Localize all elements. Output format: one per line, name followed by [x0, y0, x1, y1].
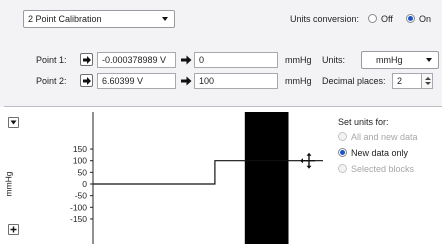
point1-unit-label: mmHg — [285, 55, 312, 65]
units-conversion-on-radio[interactable] — [406, 14, 415, 23]
arrow-right-icon — [181, 55, 192, 65]
units-conversion-off-radio[interactable] — [368, 14, 377, 23]
units-select[interactable]: mmHg — [361, 51, 439, 69]
decimal-places-label: Decimal places: — [322, 76, 386, 86]
selected-blocks-radio[interactable] — [338, 164, 347, 173]
y-tick-label: 50 — [78, 167, 88, 177]
units-select-value: mmHg — [376, 55, 403, 65]
point1-output-field[interactable]: 0 — [194, 52, 278, 68]
point1-input-field[interactable]: -0.000378989 V — [97, 52, 176, 68]
arrow-right-icon — [181, 76, 192, 86]
point2-sample-button[interactable] — [80, 74, 93, 87]
drag-handle-icon[interactable] — [300, 152, 315, 169]
units-conversion-label: Units conversion: — [290, 14, 360, 24]
calibration-mode-value: 2 Point Calibration — [28, 14, 102, 24]
set-units-title: Set units for: — [338, 117, 389, 127]
arrow-right-icon — [83, 56, 91, 64]
stepper-up-icon — [425, 77, 431, 80]
y-tick-label: -50 — [75, 191, 88, 201]
units-conversion-on-label[interactable]: On — [419, 13, 431, 25]
units-label: Units: — [322, 55, 346, 65]
chevron-down-icon — [426, 58, 432, 62]
triangle-down-icon — [10, 120, 17, 125]
selected-blocks-label[interactable]: Selected blocks — [351, 163, 414, 175]
stepper-down-icon — [425, 82, 431, 85]
all-and-new-data-label[interactable]: All and new data — [351, 131, 418, 143]
y-tick-label: -150 — [70, 214, 87, 224]
point1-sample-button[interactable] — [80, 53, 93, 66]
point2-input-field[interactable]: 6.60399 V — [97, 73, 176, 89]
new-data-only-radio[interactable] — [338, 148, 347, 157]
point2-output-field[interactable]: 100 — [194, 73, 278, 89]
scale-menu-button[interactable] — [8, 117, 19, 128]
new-data-only-label[interactable]: New data only — [351, 147, 408, 159]
selected-block — [244, 112, 289, 244]
arrow-right-icon — [83, 77, 91, 85]
decimal-places-stepper[interactable] — [421, 73, 433, 89]
units-conversion-off-label[interactable]: Off — [381, 13, 393, 25]
y-tick-label: 0 — [82, 179, 87, 189]
calibration-mode-select[interactable]: 2 Point Calibration — [23, 10, 175, 28]
y-tick-label: -100 — [70, 202, 87, 212]
all-and-new-data-radio[interactable] — [338, 132, 347, 141]
y-tick-label: 100 — [73, 156, 87, 166]
y-tick-label: 150 — [73, 144, 87, 154]
chevron-down-icon — [162, 17, 168, 21]
point2-unit-label: mmHg — [285, 76, 312, 86]
y-axis-label: mmHg — [3, 171, 14, 197]
point1-label: Point 1: — [36, 55, 67, 65]
plus-icon — [10, 226, 17, 233]
zoom-in-button[interactable] — [8, 224, 19, 235]
preview-chart[interactable]: 150 10050 0 -50-100 -150 — [20, 112, 325, 244]
decimal-places-input[interactable]: 2 — [392, 73, 422, 89]
point2-label: Point 2: — [36, 76, 67, 86]
